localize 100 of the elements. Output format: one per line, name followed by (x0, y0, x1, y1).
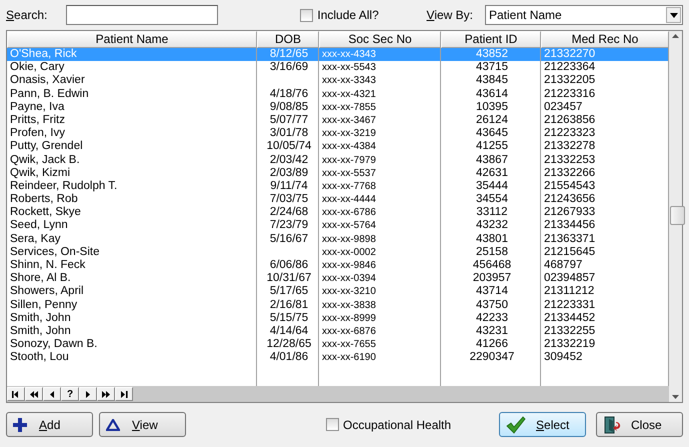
table-cell: 43867 (476, 154, 508, 166)
table-cell: 2/24/68 (270, 206, 308, 218)
next-page-button[interactable] (97, 387, 115, 401)
close-button[interactable]: Close (596, 412, 683, 437)
table-cell: Shore, Al B. (10, 272, 71, 284)
last-button[interactable] (115, 387, 133, 401)
table-cell: 43845 (476, 74, 508, 86)
table-cell: xxx-xx-6786 (322, 207, 376, 218)
column-header[interactable]: Soc Sec No (319, 31, 441, 48)
table-cell: 25158 (476, 246, 508, 258)
occupational-health-label: Occupational Health (343, 418, 452, 432)
view-by-dropdown[interactable]: Patient Name (485, 5, 683, 25)
view-button[interactable]: View (99, 412, 186, 437)
table-cell: 43714 (476, 285, 508, 298)
table-cell: 8/12/65 (270, 48, 308, 60)
scrollbar[interactable] (669, 31, 682, 402)
table-cell: 468797 (544, 259, 582, 271)
table-cell: xxx-xx-9898 (322, 234, 376, 245)
table-cell: 43231 (476, 324, 508, 337)
search-field[interactable] (66, 5, 218, 25)
table-cell: 26124 (476, 114, 508, 126)
table-cell: Roberts, Rob (10, 193, 78, 206)
table-cell: 21332205 (544, 74, 596, 86)
table-cell: 4/14/64 (270, 324, 308, 337)
table-cell: 33112 (476, 206, 508, 218)
table-cell: 5/07/77 (270, 114, 308, 126)
column-header[interactable]: DOB (257, 31, 319, 48)
prev-page-button[interactable] (25, 387, 43, 401)
table-cell: 41255 (476, 140, 508, 152)
table-cell: xxx-xx-8999 (322, 312, 376, 324)
table-cell: Smith, John (10, 324, 71, 337)
table-cell: Stooth, Lou (10, 351, 69, 364)
table-cell: 21223323 (544, 127, 596, 140)
table-cell: 02394857 (544, 272, 596, 284)
table-cell: 3/01/78 (270, 127, 308, 140)
table-cell: Shinn, N. Feck (10, 259, 86, 271)
table-cell: xxx-xx-4321 (322, 88, 376, 100)
table-cell: Services, On-Site (10, 246, 100, 258)
table-cell: Payne, Iva (10, 100, 64, 113)
table-cell: Putty, Grendel (10, 140, 83, 152)
table-cell: Qwik, Kizmi (10, 166, 70, 179)
table-cell: Sillen, Penny (10, 298, 78, 311)
table-cell: O'Shea, Rick (10, 48, 77, 60)
table-cell: xxx-xx-4343 (322, 49, 376, 60)
table-cell: xxx-xx-6190 (322, 352, 376, 364)
table-cell: 10395 (476, 100, 508, 113)
next-button[interactable] (79, 387, 97, 401)
table-cell: 21223364 (544, 61, 596, 74)
door-exit-icon (603, 416, 623, 434)
table-cell: 21554543 (544, 180, 596, 192)
column-header[interactable]: Patient Name (7, 31, 257, 48)
select-button[interactable]: Select (499, 412, 586, 437)
table-cell: 3/16/69 (270, 61, 308, 74)
table-cell: 43801 (476, 232, 508, 245)
table-cell: 10/05/74 (266, 140, 312, 152)
table-cell: xxx-xx-7768 (322, 180, 376, 192)
help-button[interactable]: ? (61, 387, 79, 401)
column-header[interactable]: Med Rec No (541, 31, 669, 48)
table-cell: xxx-xx-7979 (322, 154, 376, 166)
table-cell: 2/16/81 (270, 298, 308, 311)
table-cell: 21311212 (544, 285, 594, 298)
scrollbar-thumb[interactable] (670, 206, 685, 225)
down-arrow-icon (672, 395, 679, 399)
table-cell: 35444 (476, 180, 508, 192)
table-cell: xxx-xx-4444 (322, 194, 376, 206)
plus-icon (13, 418, 27, 432)
table-cell: 21332219 (544, 338, 596, 350)
occupational-health-checkbox[interactable] (326, 418, 339, 431)
table-cell: 4/18/76 (270, 88, 308, 100)
table-cell: 21332255 (544, 324, 596, 337)
table-cell: 21332278 (544, 140, 596, 152)
table-cell: 42233 (476, 312, 508, 324)
table-cell: xxx-xx-3219 (322, 128, 376, 140)
table-cell: 2/03/42 (270, 154, 308, 166)
search-label: Search: (6, 8, 48, 22)
include-all-checkbox[interactable] (300, 8, 314, 22)
table-cell: 43645 (476, 127, 508, 140)
table-cell: 43715 (476, 61, 508, 74)
table-cell: 21334456 (544, 219, 596, 232)
table-cell: Smith, John (10, 312, 71, 324)
add-button[interactable]: Add (6, 412, 93, 437)
table-cell: xxx-xx-6876 (322, 326, 376, 337)
table-cell: 023457 (544, 100, 582, 113)
table-cell: xxx-xx-7855 (322, 102, 376, 113)
caret-icon (670, 12, 678, 18)
table-cell: 2/03/89 (270, 166, 308, 179)
table-cell: 5/17/65 (270, 285, 308, 298)
table-cell: Sera, Kay (10, 232, 60, 245)
table-cell: 34554 (476, 193, 508, 206)
table-cell: 21215645 (544, 246, 596, 258)
table-cell: 21332266 (544, 166, 596, 179)
table-cell: 456468 (472, 259, 512, 271)
table-cell: Pann, B. Edwin (10, 88, 89, 100)
table-cell: Reindeer, Rudolph T. (10, 180, 118, 192)
prev-button[interactable] (43, 387, 61, 401)
column-header[interactable]: Patient ID (441, 31, 541, 48)
first-button[interactable] (7, 387, 25, 401)
table-cell: Profen, Ivy (10, 127, 65, 140)
table-cell: xxx-xx-3838 (322, 300, 376, 311)
table-cell: 5/16/67 (270, 232, 308, 245)
